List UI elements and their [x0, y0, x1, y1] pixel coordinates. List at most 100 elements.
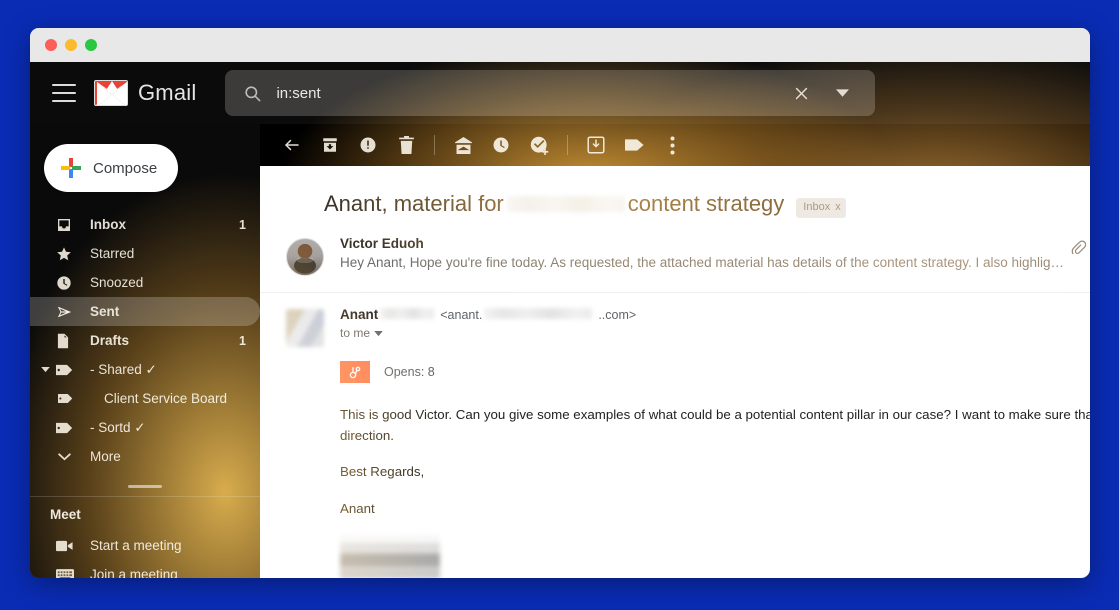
message-sender-name: Anant [340, 307, 379, 322]
toolbar-divider [567, 135, 568, 155]
recipient-dropdown[interactable]: to me [340, 326, 1090, 340]
redacted-name-segment [380, 308, 435, 319]
delete-button[interactable] [388, 127, 424, 163]
draft-icon [56, 333, 78, 349]
message-body: This is good Victor. Can you give some e… [340, 405, 1090, 578]
subject-text-after: content strategy [627, 191, 785, 216]
hubspot-icon [340, 361, 370, 383]
sidebar-item-start-a-meeting[interactable]: Start a meeting [30, 531, 260, 560]
redacted-subject-segment [506, 195, 625, 212]
sidebar-item-count: 1 [239, 333, 246, 348]
gmail-logo-icon [94, 80, 128, 106]
label-chip-inbox[interactable]: Inbox x [796, 197, 846, 218]
back-to-list-button[interactable] [274, 127, 310, 163]
remove-label-icon[interactable]: x [835, 201, 841, 215]
sidebar-item-client-service-board[interactable]: Client Service Board [30, 384, 260, 413]
labels-button[interactable] [616, 127, 652, 163]
inbox-icon [56, 217, 78, 233]
sidebar-item-snoozed[interactable]: Snoozed [30, 268, 260, 297]
brand-name: Gmail [138, 80, 197, 105]
clock-icon [56, 275, 78, 291]
expand-caret-down-icon[interactable] [38, 363, 52, 377]
search-bar[interactable] [225, 70, 876, 116]
message-identity: Anant <anant. ..com> to me [340, 307, 1090, 340]
sidebar-item-join-a-meeting[interactable]: Join a meeting [30, 560, 260, 578]
tracking-opens-label: Opens: 8 [384, 365, 435, 379]
sidebar-resize-handle[interactable] [128, 485, 162, 488]
video-camera-icon [56, 540, 78, 552]
sidebar-item-inbox[interactable]: Inbox 1 [30, 210, 260, 239]
recipient-label: to me [340, 326, 371, 340]
snooze-button[interactable] [483, 127, 519, 163]
body-paragraph: Anant [340, 500, 375, 516]
redacted-signature-image [340, 535, 440, 578]
subject-row: Anant, material for content strategy Inb… [260, 166, 1090, 230]
message-collapsed[interactable]: Victor Eduoh Hey Anant, Hope you're fine… [260, 230, 1090, 293]
main-menu-button[interactable] [52, 84, 76, 102]
reading-pane: Anant, material for content strategy Inb… [260, 166, 1090, 578]
body-paragraph: This is good Victor. Can you give some e… [340, 407, 1090, 443]
message-snippet: Hey Anant, Hope you're fine today. As re… [340, 255, 1070, 270]
sidebar-item-label: Inbox [90, 217, 126, 232]
plus-icon [61, 158, 81, 178]
page-title: Anant, material for content strategy Inb… [324, 190, 1090, 218]
body-paragraph: Best Regards, [340, 464, 425, 480]
gmail-app: Gmail in:sent Compose Inbox 1 Starred Sn… [30, 62, 1090, 578]
sidebar-item-label: More [90, 449, 121, 464]
window-maximize-button[interactable] [85, 39, 97, 51]
search-input[interactable] [276, 84, 782, 102]
add-to-tasks-button[interactable] [521, 127, 557, 163]
clear-search-icon[interactable] [781, 79, 822, 108]
archive-button[interactable] [312, 127, 348, 163]
sidebar-item-sent[interactable]: Sent [30, 297, 260, 326]
avatar [286, 238, 324, 276]
sidebar-item-label: - Sortd ✓ [90, 419, 146, 435]
sidebar-divider [30, 496, 260, 497]
sidebar: Compose Inbox 1 Starred Snoozed Sent Dra… [30, 124, 260, 578]
compose-button[interactable]: Compose [44, 144, 178, 192]
chevron-down-icon [56, 452, 78, 461]
search-options-chevron-down-icon[interactable] [826, 83, 859, 104]
keyboard-icon [56, 568, 78, 578]
app-body: Compose Inbox 1 Starred Snoozed Sent Dra… [30, 124, 1090, 578]
sidebar-item-label: Start a meeting [90, 538, 182, 553]
window-close-button[interactable] [45, 39, 57, 51]
compose-label: Compose [93, 159, 158, 177]
message-header: Anant <anant. ..com> to me [286, 307, 1090, 347]
message-summary: Victor Eduoh Hey Anant, Hope you're fine… [340, 236, 1070, 270]
redacted-avatar [286, 309, 324, 347]
sidebar-item-more[interactable]: More [30, 442, 260, 471]
sidebar-item-starred[interactable]: Starred [30, 239, 260, 268]
sidebar-item-count: 1 [239, 217, 246, 232]
sidebar-item-sortd[interactable]: - Sortd ✓ [30, 413, 260, 442]
message-sender-email-prefix: <anant. [440, 308, 483, 322]
move-to-button[interactable] [578, 127, 614, 163]
redacted-email-segment [484, 308, 593, 319]
sidebar-item-label: Join a meeting [90, 567, 178, 578]
paperclip-icon [1070, 240, 1087, 259]
sidebar-item-drafts[interactable]: Drafts 1 [30, 326, 260, 355]
more-options-button[interactable] [654, 127, 690, 163]
send-icon [56, 304, 78, 320]
report-spam-button[interactable] [350, 127, 386, 163]
tracking-banner: Opens: 8 [340, 361, 1090, 383]
gmail-header: Gmail [30, 62, 1090, 124]
message-sender-name: Victor Eduoh [340, 236, 424, 251]
message-from: Anant <anant. ..com> [340, 307, 1090, 322]
sidebar-item-shared[interactable]: - Shared ✓ [30, 355, 260, 384]
label-icon [56, 422, 78, 434]
star-icon [56, 246, 78, 262]
sidebar-nav: Inbox 1 Starred Snoozed Sent Drafts 1 - … [30, 210, 260, 471]
message-expanded: Anant <anant. ..com> to me Opens: 8 This… [260, 293, 1090, 578]
window-minimize-button[interactable] [65, 39, 77, 51]
gmail-logo-link[interactable]: Gmail [94, 80, 196, 106]
mark-unread-button[interactable] [445, 127, 481, 163]
sidebar-item-label: - Shared ✓ [90, 361, 157, 377]
label-icon [56, 364, 78, 376]
meet-section-title: Meet [50, 507, 81, 522]
main-pane: Anant, material for content strategy Inb… [260, 124, 1090, 578]
browser-window: Gmail in:sent Compose Inbox 1 Starred Sn… [30, 28, 1090, 578]
window-titlebar [30, 28, 1090, 62]
chevron-down-icon [374, 326, 383, 340]
subject-text-before: Anant, material for [324, 191, 504, 216]
